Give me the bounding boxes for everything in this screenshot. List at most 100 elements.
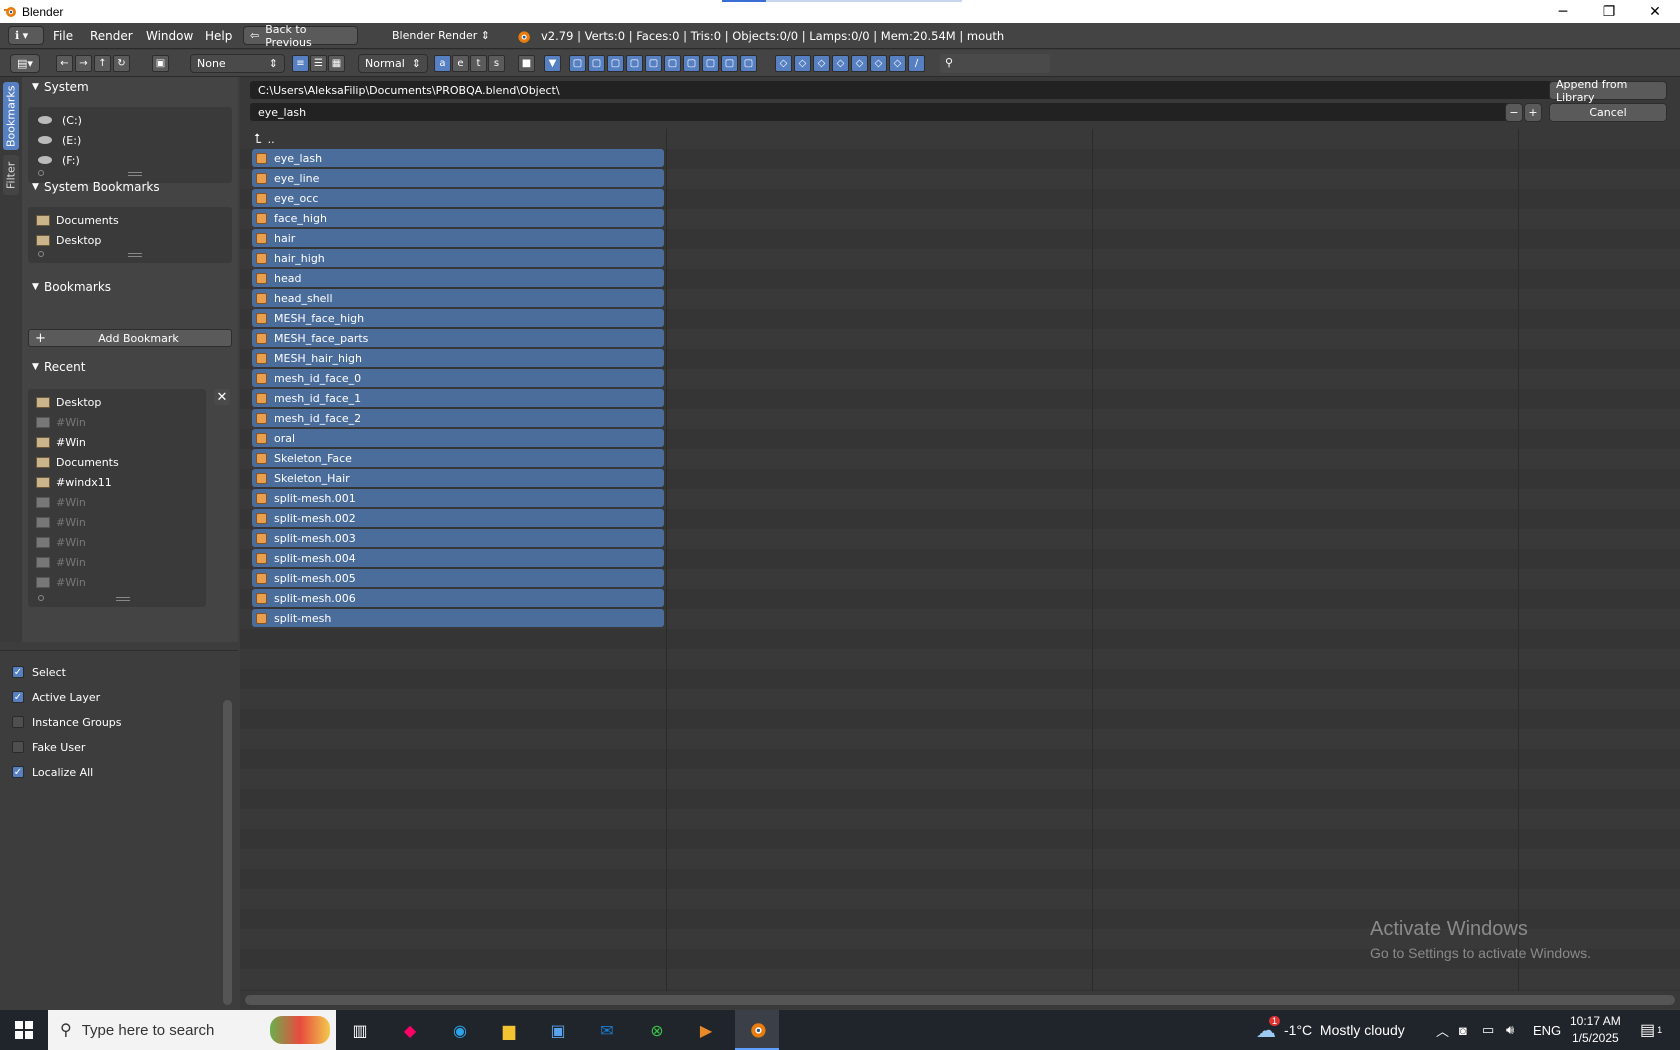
- menu-help[interactable]: Help: [205, 29, 232, 43]
- render-engine-select[interactable]: Blender Render ⇕: [385, 26, 497, 45]
- file-item[interactable]: mesh_id_face_1: [252, 389, 664, 407]
- sort-ext-icon[interactable]: e: [452, 55, 469, 72]
- directory-path-field[interactable]: C:\Users\AleksaFilip\Documents\PROBQA.bl…: [250, 81, 1552, 99]
- filter-search-input[interactable]: ⚲: [940, 54, 1050, 73]
- file-item[interactable]: split-mesh: [252, 609, 664, 627]
- display-size-select[interactable]: Normal ⇕: [358, 54, 428, 73]
- maximize-button[interactable]: ❐: [1586, 0, 1632, 23]
- filter-script-icon[interactable]: ▢: [664, 55, 681, 72]
- filter-material-icon[interactable]: ◇: [851, 55, 868, 72]
- forward-arrow-icon[interactable]: →: [75, 55, 92, 72]
- show-hidden-icons[interactable]: ︿: [1436, 1010, 1449, 1050]
- bookmark-desktop[interactable]: Desktop: [36, 231, 101, 249]
- file-item[interactable]: split-mesh.005: [252, 569, 664, 587]
- checkbox-checked-icon[interactable]: ✓: [12, 766, 24, 778]
- volume-icon[interactable]: 🔊︎: [1506, 1010, 1514, 1050]
- taskbar-search-input[interactable]: ⚲ Type here to search: [48, 1010, 336, 1050]
- filter-sound-icon[interactable]: ▢: [702, 55, 719, 72]
- clock[interactable]: 10:17 AM 1/5/2025: [1570, 1010, 1621, 1050]
- file-list-scrollbar[interactable]: [245, 995, 1675, 1005]
- file-item[interactable]: split-mesh.001: [252, 489, 664, 507]
- option-instance-groups[interactable]: Instance Groups: [12, 713, 122, 731]
- copilot-icon[interactable]: ◆: [395, 1016, 425, 1044]
- filter-movie-icon[interactable]: ▢: [645, 55, 662, 72]
- meet-now-icon[interactable]: ◙: [1459, 1010, 1467, 1050]
- recent-header[interactable]: ▼ Recent: [26, 357, 236, 377]
- file-item[interactable]: Skeleton_Hair: [252, 469, 664, 487]
- display-mode-select[interactable]: None ⇕: [190, 54, 285, 73]
- file-item[interactable]: eye_occ: [252, 189, 664, 207]
- checkbox-unchecked-icon[interactable]: [12, 716, 24, 728]
- recent-item[interactable]: #windx11: [36, 473, 112, 491]
- checkbox-checked-icon[interactable]: ✓: [12, 691, 24, 703]
- system-bookmarks-header[interactable]: ▼ System Bookmarks: [26, 177, 236, 197]
- list-resize-handle[interactable]: [116, 597, 130, 601]
- menu-file[interactable]: File: [53, 29, 73, 43]
- media-player-icon[interactable]: ▶: [691, 1016, 721, 1044]
- recent-item[interactable]: #Win: [36, 573, 86, 591]
- filter-image-icon[interactable]: ▢: [626, 55, 643, 72]
- recent-item[interactable]: #Win: [36, 433, 86, 451]
- recent-item[interactable]: #Win: [36, 493, 86, 511]
- language-indicator[interactable]: ENG: [1533, 1010, 1561, 1050]
- parent-directory-item[interactable]: ⮤..: [252, 130, 275, 148]
- file-item[interactable]: oral: [252, 429, 664, 447]
- parent-dir-icon[interactable]: ↑: [94, 55, 111, 72]
- file-item[interactable]: hair: [252, 229, 664, 247]
- edge-icon[interactable]: ◉: [445, 1016, 475, 1044]
- drive-item-f[interactable]: (F:): [36, 151, 80, 169]
- tab-bookmarks[interactable]: Bookmarks: [3, 82, 19, 150]
- filter-backup-icon[interactable]: ▢: [607, 55, 624, 72]
- sort-size-icon[interactable]: s: [488, 55, 505, 72]
- list-grip-dot[interactable]: [38, 251, 44, 257]
- filter-link-icon[interactable]: ◇: [794, 55, 811, 72]
- list-resize-handle[interactable]: [128, 253, 142, 257]
- menu-window[interactable]: Window: [146, 29, 193, 43]
- file-item[interactable]: hair_high: [252, 249, 664, 267]
- file-item[interactable]: eye_lash: [252, 149, 664, 167]
- filter-blender-icon[interactable]: ▢: [740, 55, 757, 72]
- filter-group-icon[interactable]: ◇: [813, 55, 830, 72]
- sort-alpha-icon[interactable]: a: [434, 55, 451, 72]
- microsoft-store-icon[interactable]: ▣: [543, 1016, 573, 1044]
- decrement-filename-button[interactable]: −: [1505, 103, 1523, 122]
- file-item[interactable]: Skeleton_Face: [252, 449, 664, 467]
- notifications-icon[interactable]: ▤ 1: [1640, 1010, 1662, 1050]
- filter-mesh-icon[interactable]: ◇: [832, 55, 849, 72]
- file-item[interactable]: MESH_face_parts: [252, 329, 664, 347]
- file-item[interactable]: MESH_hair_high: [252, 349, 664, 367]
- hide-dot-icon[interactable]: ■: [518, 55, 535, 72]
- blender-taskbar-icon[interactable]: [735, 1010, 779, 1050]
- file-explorer-icon[interactable]: ▆: [494, 1016, 524, 1044]
- file-item[interactable]: eye_line: [252, 169, 664, 187]
- minimize-button[interactable]: ─: [1540, 0, 1586, 23]
- file-browser-editor-button[interactable]: ▤▾: [10, 54, 40, 73]
- recent-item[interactable]: #Win: [36, 533, 86, 551]
- file-item[interactable]: head_shell: [252, 289, 664, 307]
- weather-widget[interactable]: ☁ 1 -1°C Mostly cloudy: [1256, 1010, 1405, 1050]
- file-item[interactable]: face_high: [252, 209, 664, 227]
- file-item[interactable]: split-mesh.006: [252, 589, 664, 607]
- long-list-icon[interactable]: ☰: [310, 55, 327, 72]
- xbox-icon[interactable]: ⊗: [642, 1016, 672, 1044]
- close-window-button[interactable]: ✕: [1632, 0, 1678, 23]
- editor-type-button[interactable]: ℹ ▾: [8, 26, 44, 45]
- recent-item[interactable]: #Win: [36, 413, 86, 431]
- recent-item[interactable]: Documents: [36, 453, 119, 471]
- file-item[interactable]: split-mesh.002: [252, 509, 664, 527]
- file-item[interactable]: MESH_face_high: [252, 309, 664, 327]
- filter-font-icon[interactable]: ▢: [683, 55, 700, 72]
- menu-render[interactable]: Render: [90, 29, 133, 43]
- option-fake-user[interactable]: Fake User: [12, 738, 85, 756]
- filter-world-icon[interactable]: ◇: [870, 55, 887, 72]
- filter-misc-icon[interactable]: ◇: [889, 55, 906, 72]
- refresh-icon[interactable]: ↻: [113, 55, 130, 72]
- drive-item-e[interactable]: (E:): [36, 131, 81, 149]
- network-icon[interactable]: ▭: [1482, 1010, 1494, 1050]
- thumbnails-icon[interactable]: ▦: [328, 55, 345, 72]
- sort-time-icon[interactable]: t: [470, 55, 487, 72]
- filter-folder-icon[interactable]: ▢: [569, 55, 586, 72]
- filename-field[interactable]: eye_lash: [250, 103, 1510, 121]
- short-list-icon[interactable]: ≡: [292, 55, 309, 72]
- bookmarks-header[interactable]: ▼ Bookmarks: [26, 277, 236, 297]
